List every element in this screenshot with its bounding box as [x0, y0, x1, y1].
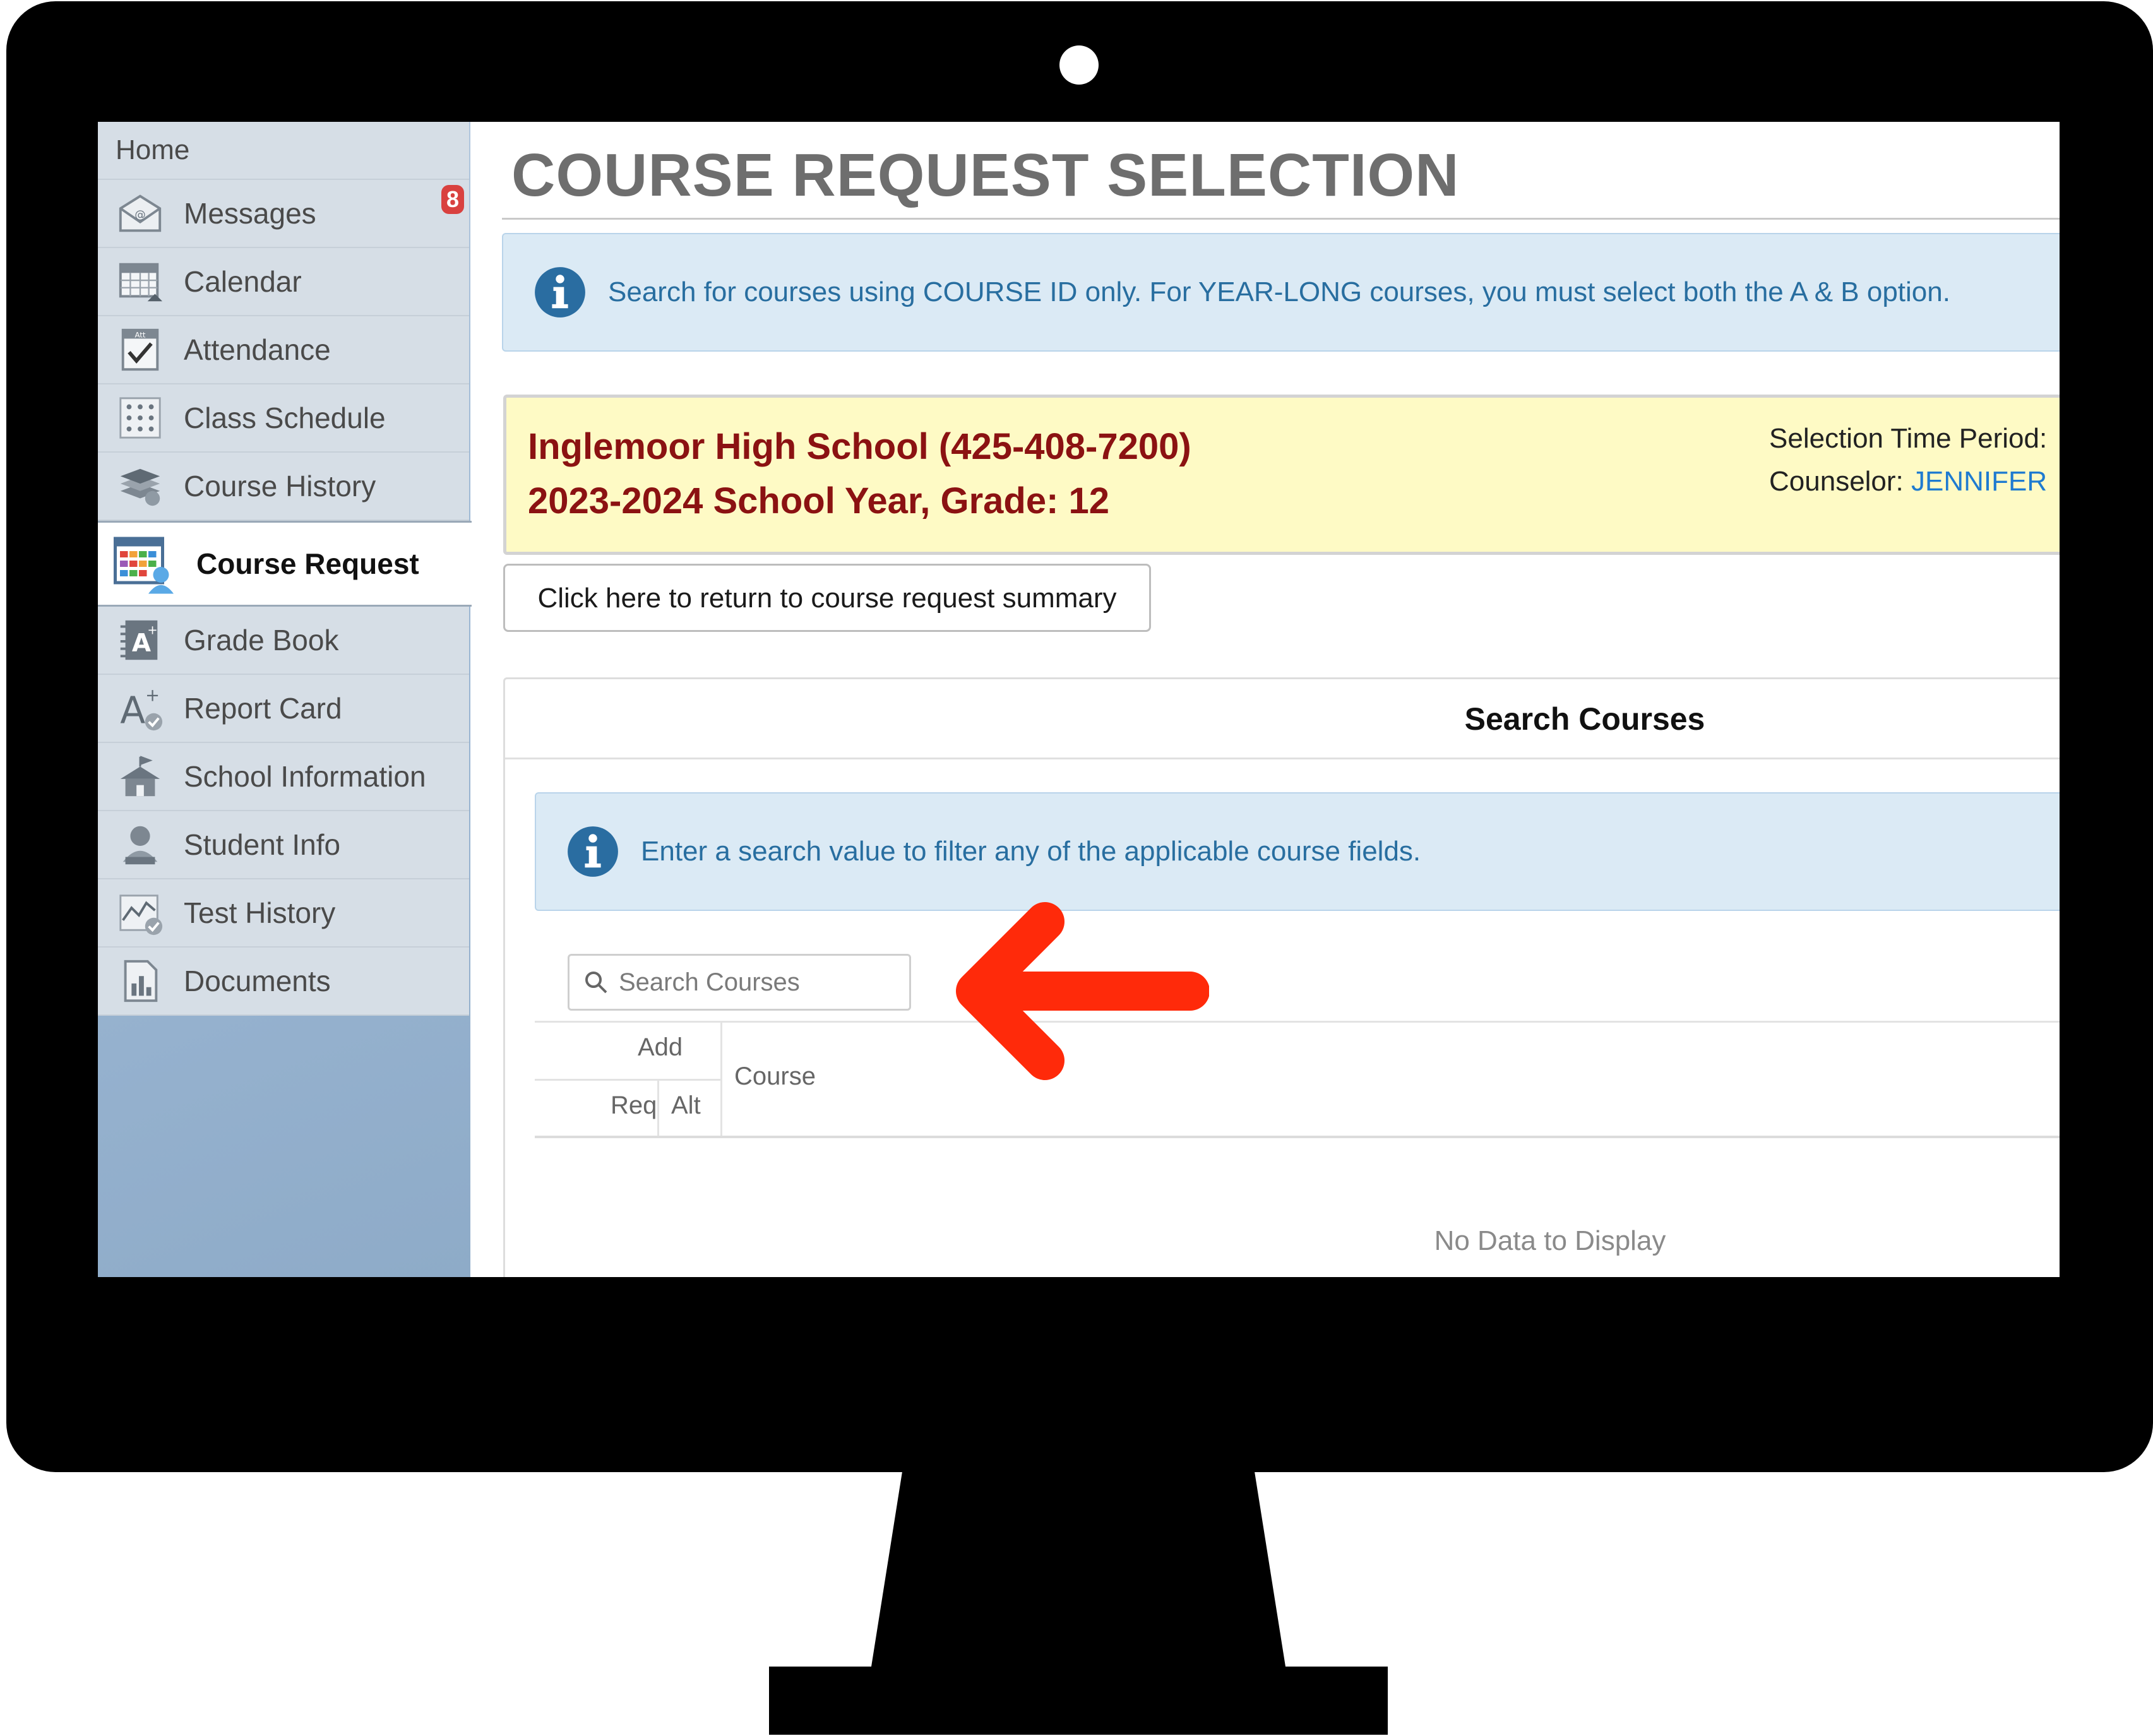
school-info-panel: Inglemoor High School (425-408-7200) 202…: [503, 395, 2060, 555]
svg-text:Att: Att: [135, 331, 146, 340]
school-year-grade: 2023-2024 School Year, Grade: 12: [528, 480, 1110, 521]
sidebar-item-label: Documents: [184, 965, 331, 997]
info-message: Search for courses using COURSE ID only.…: [608, 276, 1950, 307]
sidebar-item-label: Report Card: [184, 692, 342, 725]
column-header-add: Add: [638, 1033, 683, 1061]
sidebar-item-label: Course History: [184, 470, 376, 502]
sidebar-item-student-info[interactable]: Student Info: [98, 811, 469, 879]
sidebar-item-test-history[interactable]: Test History: [98, 879, 469, 948]
attendance-icon: Att: [121, 328, 159, 371]
page-title: COURSE REQUEST SELECTION: [511, 141, 1460, 209]
sidebar-item-label: Attendance: [184, 333, 331, 366]
sidebar-item-home[interactable]: Home: [98, 122, 469, 180]
info-icon: [568, 826, 618, 877]
selection-time-period-label: Selection Time Period:: [1769, 423, 2048, 454]
column-header-alt[interactable]: Alt: [671, 1091, 701, 1120]
svg-text:@: @: [134, 209, 146, 222]
webcam-dot: [1059, 45, 1099, 85]
sidebar-item-label: Student Info: [184, 828, 341, 861]
counselor-label: Counselor:: [1769, 466, 1904, 497]
sidebar-item-attendance[interactable]: Att Attendance: [98, 316, 469, 384]
school-icon: [120, 756, 160, 797]
svg-text:+: +: [147, 622, 157, 637]
grid-divider: [535, 1079, 720, 1081]
red-arrow-annotation: [956, 902, 1209, 1080]
search-courses-input[interactable]: [617, 967, 898, 997]
column-header-course[interactable]: Course: [734, 1062, 816, 1091]
grid-divider: [657, 1079, 659, 1137]
screen: Home @ Messages 8 Calendar Att Attendanc…: [98, 122, 2060, 1277]
envelope-icon: @: [119, 194, 162, 232]
counselor-row: Counselor: JENNIFER: [1769, 466, 2047, 497]
sidebar-item-label: School Information: [184, 760, 426, 793]
search-info-alert: Enter a search value to filter any of th…: [535, 792, 2060, 911]
course-id-info-alert: Search for courses using COURSE ID only.…: [502, 233, 2060, 352]
return-to-summary-button[interactable]: Click here to return to course request s…: [503, 564, 1151, 632]
grid-divider: [720, 1022, 722, 1137]
sidebar-item-label: Course Request: [196, 547, 419, 580]
info-icon: [535, 267, 585, 318]
test-history-icon: [119, 895, 163, 936]
panel-title: Search Courses: [1464, 701, 1705, 737]
sidebar-item-label: Class Schedule: [184, 401, 386, 434]
search-info-message: Enter a search value to filter any of th…: [641, 836, 1421, 867]
calendar-icon: [119, 263, 163, 302]
sidebar-item-label: Grade Book: [184, 624, 339, 657]
message-count-badge: 8: [441, 185, 464, 214]
sidebar-item-course-request[interactable]: Course Request: [98, 521, 472, 607]
sidebar-item-course-history[interactable]: Course History: [98, 453, 469, 521]
sidebar-nav: Home @ Messages 8 Calendar Att Attendanc…: [98, 122, 472, 1016]
counselor-name-link[interactable]: JENNIFER: [1911, 466, 2047, 497]
sidebar: Home @ Messages 8 Calendar Att Attendanc…: [98, 122, 472, 1277]
school-name: Inglemoor High School (425-408-7200): [528, 426, 1191, 467]
sidebar-item-label: Test History: [184, 896, 336, 929]
title-divider: [502, 218, 2060, 220]
monitor-stand-base: [769, 1667, 1388, 1735]
sidebar-item-calendar[interactable]: Calendar: [98, 248, 469, 316]
grid-divider: [535, 1021, 2060, 1023]
course-request-icon: [114, 537, 174, 594]
report-card-icon: A +: [120, 686, 163, 732]
svg-text:+: +: [145, 686, 160, 705]
monitor-stand-neck: [871, 1471, 1285, 1667]
sidebar-item-class-schedule[interactable]: Class Schedule: [98, 384, 469, 453]
grade-book-icon: A +: [120, 620, 158, 660]
sidebar-item-documents[interactable]: Documents: [98, 948, 469, 1016]
column-header-req[interactable]: Req: [611, 1091, 657, 1120]
empty-results-message: No Data to Display: [1434, 1225, 1666, 1256]
documents-icon: [124, 960, 158, 1002]
sidebar-item-school-information[interactable]: School Information: [98, 743, 469, 811]
search-icon: [585, 972, 607, 994]
sidebar-item-label: Messages: [184, 197, 316, 230]
schedule-icon: [119, 397, 161, 439]
sidebar-item-grade-book[interactable]: A + Grade Book: [98, 607, 469, 675]
grid-divider: [535, 1136, 2060, 1138]
sidebar-item-label: Calendar: [184, 265, 302, 298]
main-content: COURSE REQUEST SELECTION Search for cour…: [470, 122, 2060, 1277]
course-history-icon: [120, 468, 160, 506]
svg-text:A: A: [120, 689, 145, 732]
panel-header: Search Courses: [505, 679, 2060, 759]
student-icon: [122, 826, 158, 865]
sidebar-item-messages[interactable]: @ Messages 8: [98, 180, 469, 248]
search-courses-field[interactable]: [568, 954, 911, 1011]
sidebar-item-report-card[interactable]: A + Report Card: [98, 675, 469, 743]
